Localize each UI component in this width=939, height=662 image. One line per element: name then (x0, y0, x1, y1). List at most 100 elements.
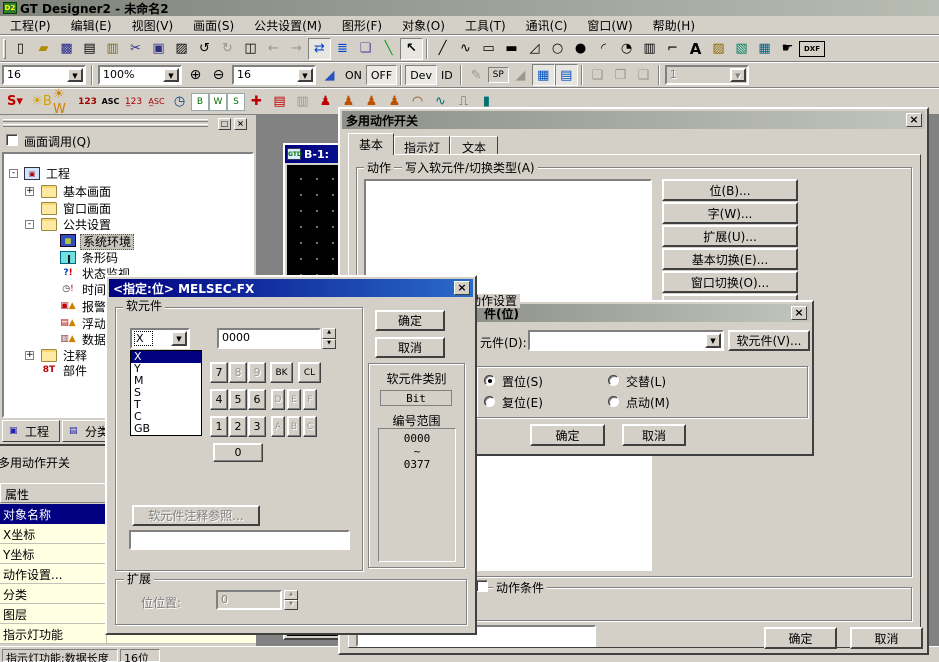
off-button[interactable]: OFF (366, 65, 397, 85)
filled-rect-tool-icon[interactable]: ▬ (500, 38, 523, 60)
filled-circle-tool-icon[interactable]: ● (569, 38, 592, 60)
set-radio[interactable] (484, 375, 495, 386)
clock-display-icon[interactable]: ◷ (168, 91, 191, 113)
pen-icon[interactable]: ╲ (377, 38, 400, 60)
main-titlebar[interactable]: D2 GT Designer2 - 未命名2 (0, 0, 939, 16)
dock-grip[interactable] (3, 119, 208, 122)
toolbar-grip[interactable] (3, 39, 6, 59)
dev-button[interactable]: Dev (405, 65, 437, 85)
key-b[interactable]: B (287, 416, 301, 437)
comment-simple-icon[interactable]: S (227, 93, 245, 111)
chevron-down-icon[interactable]: ▼ (705, 333, 721, 348)
snap-combo[interactable]: 16 ▼ (232, 65, 316, 85)
base-switch-button[interactable]: 基本切换(E)... (662, 248, 798, 270)
cancel-button[interactable]: 取消 (622, 424, 686, 446)
id-button[interactable]: ID (437, 65, 457, 85)
key-4[interactable]: 4 (210, 389, 228, 410)
ascii-input-icon[interactable]: A̲SC (145, 91, 168, 113)
redo-icon[interactable]: ↻ (216, 38, 239, 60)
back-layer-icon[interactable]: ❐ (609, 64, 632, 86)
cancel-button[interactable]: 取消 (375, 337, 445, 358)
tree-item-system-environment[interactable]: ▦ 系统环境 (4, 233, 252, 249)
menu-communication[interactable]: 通讯(C) (516, 17, 578, 34)
tab-basic[interactable]: 基本 (348, 133, 394, 155)
zoom-in-icon[interactable]: ⊕ (184, 64, 207, 86)
menu-window[interactable]: 窗口(W) (577, 17, 642, 34)
panel-tool-icon[interactable]: ▦ (753, 38, 776, 60)
copy-icon[interactable]: ▣ (147, 38, 170, 60)
ok-button[interactable]: 确定 (375, 310, 445, 331)
chevron-down-icon[interactable]: ▼ (163, 68, 179, 82)
undo-icon[interactable]: ↺ (193, 38, 216, 60)
dxf-import-icon[interactable]: DXF (799, 41, 825, 57)
menu-view[interactable]: 视图(V) (122, 17, 184, 34)
key-backspace[interactable]: BK (270, 362, 293, 383)
device-type-list[interactable]: X Y M S T C GB (130, 350, 202, 436)
menu-project[interactable]: 工程(P) (0, 17, 61, 34)
numeric-input-icon[interactable]: 1̲23 (122, 91, 145, 113)
tree-item-project[interactable]: - ▣ 工程 (4, 166, 252, 182)
pattern-fill-icon[interactable]: ◢ (509, 64, 532, 86)
dialog-titlebar[interactable]: <指定:位> MELSEC-FX (109, 279, 473, 297)
key-7[interactable]: 7 (210, 362, 228, 383)
layer-combo[interactable]: 1 ▼ (665, 65, 749, 85)
device-comment-field[interactable] (129, 530, 350, 550)
sector-tool-icon[interactable]: ◔ (615, 38, 638, 60)
key-clear[interactable]: CL (298, 362, 321, 383)
key-9[interactable]: 9 (248, 362, 266, 383)
forward-icon[interactable]: → (285, 38, 308, 60)
sp-button[interactable]: SP (488, 67, 509, 83)
list-item[interactable]: M (131, 375, 201, 387)
list-item[interactable]: X (131, 351, 201, 363)
save-icon[interactable]: ▩ (55, 38, 78, 60)
dock-float-button[interactable]: □ (218, 118, 231, 130)
bit-position-input[interactable]: 0 (216, 590, 282, 610)
tab-lamp[interactable]: 指示灯 (394, 136, 450, 155)
momentary-radio[interactable] (608, 396, 619, 407)
key-d[interactable]: D (271, 389, 285, 410)
alarm-history-icon[interactable]: ✚ (245, 91, 268, 113)
rect-tool-icon[interactable]: ▭ (477, 38, 500, 60)
data-list-icon[interactable]: ≣ (331, 38, 354, 60)
preview-icon[interactable]: ◫ (239, 38, 262, 60)
lamp-word-icon[interactable]: ☀W (53, 91, 76, 113)
device-view-icon[interactable]: ▤ (555, 64, 578, 86)
hand-cursor-icon[interactable]: ☛ (776, 38, 799, 60)
tree-item-barcode[interactable]: ||| 条形码 (4, 250, 252, 266)
collapse-icon[interactable]: - (9, 169, 18, 178)
ok-button[interactable]: 确定 (764, 627, 837, 649)
line-style-icon[interactable]: ✎ (465, 64, 488, 86)
new-icon[interactable]: ▯ (9, 38, 32, 60)
tab-project[interactable]: ▣ 工程 (2, 420, 60, 442)
key-2[interactable]: 2 (229, 416, 247, 437)
layer-stack-icon[interactable]: ❏ (354, 38, 377, 60)
parts-display-icon[interactable]: ♟ (314, 91, 337, 113)
device-number-input[interactable]: 0000 (217, 328, 321, 349)
paint-tool-icon[interactable]: ▨ (707, 38, 730, 60)
menu-common[interactable]: 公共设置(M) (244, 17, 332, 34)
device-combo[interactable]: ▼ (528, 330, 724, 351)
device-number-spinner[interactable]: ▲▼ (322, 328, 336, 349)
line-tool-icon[interactable]: ╱ (431, 38, 454, 60)
key-c[interactable]: C (303, 416, 317, 437)
bit-position-spinner[interactable]: ▲▼ (284, 590, 298, 610)
device-button[interactable]: 软元件(V)... (728, 330, 810, 351)
extended-button[interactable]: 扩展(U)... (662, 225, 798, 247)
circle-tool-icon[interactable]: ○ (546, 38, 569, 60)
comment-bit-icon[interactable]: B (191, 93, 209, 111)
chevron-down-icon[interactable]: ▼ (730, 68, 746, 82)
menu-object[interactable]: 对象(O) (392, 17, 455, 34)
window-switch-button[interactable]: 窗口切换(O)... (662, 271, 798, 293)
reset-radio[interactable] (484, 396, 495, 407)
expand-icon[interactable]: + (25, 351, 34, 360)
tree-item-base-screen[interactable]: + 基本画面 (4, 184, 252, 200)
dialog-titlebar[interactable]: 件(位) (470, 304, 810, 322)
alarm-list-icon[interactable]: ▤ (268, 91, 291, 113)
paste-icon[interactable]: ▨ (170, 38, 193, 60)
object-id-view-icon[interactable]: ▦ (532, 64, 555, 86)
ascii-display-icon[interactable]: ASC (99, 91, 122, 113)
open-icon[interactable]: ▰ (32, 38, 55, 60)
expand-icon[interactable]: + (25, 187, 34, 196)
arc-tool-icon[interactable]: ◜ (592, 38, 615, 60)
chevron-down-icon[interactable]: ▼ (171, 331, 187, 346)
